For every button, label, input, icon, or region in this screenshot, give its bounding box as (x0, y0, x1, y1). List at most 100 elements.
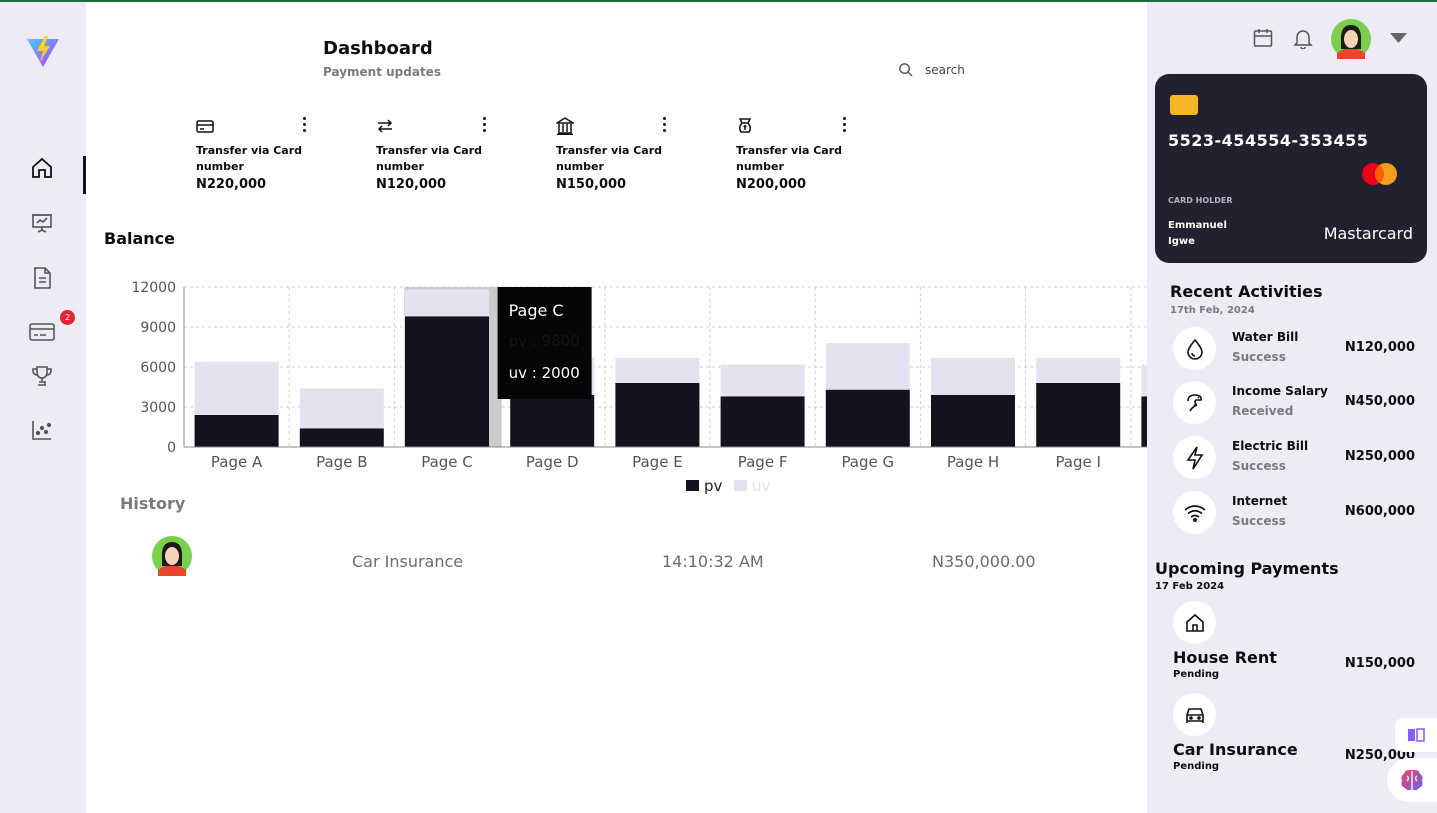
transfer-card[interactable]: Transfer via Card number N200,000 (736, 114, 896, 194)
x-tick-label: Page A (211, 453, 263, 471)
legend-label: pv (704, 477, 723, 495)
sidebar-item-home[interactable] (28, 154, 56, 182)
assistant-button[interactable] (1387, 758, 1437, 802)
search-icon[interactable] (898, 62, 913, 77)
x-tick-label: Page D (526, 453, 579, 471)
bar-pv (194, 415, 279, 447)
history-row[interactable]: Car Insurance 14:10:32 AM N350,000.00 (152, 536, 1052, 580)
bar-pv (825, 389, 910, 447)
card-holder-label: CARD HOLDER (1168, 196, 1233, 205)
activity-amount: N250,000 (1344, 449, 1415, 464)
recent-activities-title: Recent Activities (1170, 282, 1323, 301)
bar-uv (299, 388, 384, 429)
bell-icon[interactable] (1293, 28, 1313, 49)
book-icon (1408, 728, 1425, 742)
brain-icon (1401, 769, 1423, 791)
balance-chart[interactable]: 0 3000 6000 9000 12000 Page A Page B Page C Page… (86, 272, 1147, 508)
transfer-arrows-icon (377, 119, 393, 133)
card-holder-name: Emmanuel Igwe (1168, 220, 1227, 247)
bar-uv (931, 357, 1015, 395)
search-bar[interactable] (898, 62, 1045, 77)
activity-item[interactable]: Internet Success N600,000 (1173, 491, 1415, 535)
x-tick-label: Page C (421, 453, 473, 471)
transfer-amount: N200,000 (736, 177, 807, 192)
activity-item[interactable]: Water Bill Success N120,000 (1173, 327, 1415, 371)
transfer-label: Transfer via Card number (556, 144, 663, 173)
balance-title: Balance (104, 229, 175, 248)
activity-name: Internet (1232, 494, 1288, 508)
transfer-card[interactable]: Transfer via Card number N150,000 (556, 114, 716, 194)
activity-amount: N120,000 (1344, 340, 1415, 355)
bar-pv (510, 394, 595, 447)
reader-button[interactable] (1395, 718, 1437, 752)
presentation-icon (32, 214, 52, 233)
legend-swatch (686, 480, 699, 491)
wifi-icon (1184, 504, 1205, 522)
bar-pv (615, 383, 700, 447)
activity-item[interactable]: Income Salary Received N450,000 (1173, 381, 1415, 425)
upcoming-status: Pending (1173, 761, 1220, 772)
cash-icon (738, 118, 752, 133)
trophy-icon (32, 366, 52, 386)
transfer-amount: N220,000 (196, 177, 267, 192)
more-options-icon[interactable] (659, 114, 669, 134)
upcoming-name: Car Insurance (1173, 740, 1298, 759)
mastercard-logo-icon (1362, 163, 1397, 185)
activity-amount: N450,000 (1344, 394, 1415, 409)
sidebar-item-documents[interactable] (28, 264, 56, 292)
calendar-icon[interactable] (1253, 28, 1273, 48)
sidebar: 2 (0, 2, 86, 813)
upcoming-item[interactable]: House Rent Pending N150,000 (1173, 601, 1415, 680)
house-icon (1185, 613, 1204, 632)
document-icon (34, 267, 51, 289)
activity-name: Water Bill (1232, 330, 1299, 344)
sidebar-item-cards[interactable] (28, 318, 56, 346)
card-number: 5523-454554-353455 (1168, 131, 1369, 150)
avatar (152, 536, 192, 576)
tooltip-pv: pv : 9800 (509, 332, 580, 350)
y-tick-label: 9000 (140, 320, 176, 336)
tooltip-title: Page C (509, 301, 564, 320)
chevron-down-icon[interactable] (1390, 33, 1407, 43)
analytics-icon (32, 421, 52, 440)
x-tick-label: Page H (947, 453, 999, 471)
history-name: Car Insurance (352, 552, 464, 571)
bar-pv (720, 396, 805, 447)
tooltip-uv: uv : 2000 (509, 364, 580, 382)
transfer-card[interactable]: Transfer via Card number N220,000 (196, 114, 356, 194)
search-input[interactable] (925, 62, 1045, 77)
activity-item[interactable]: Electric Bill Success N250,000 (1173, 436, 1415, 480)
transfer-card[interactable]: Transfer via Card number N120,000 (376, 114, 536, 194)
bar-uv (405, 289, 489, 317)
logo-icon[interactable] (26, 35, 60, 69)
upcoming-name: House Rent (1173, 648, 1277, 667)
history-time: 14:10:32 AM (662, 552, 764, 571)
sidebar-item-analytics[interactable] (28, 416, 56, 444)
activity-status: Success (1232, 514, 1286, 528)
bar-pv (299, 428, 384, 447)
more-options-icon[interactable] (299, 114, 309, 134)
sidebar-item-trophy[interactable] (28, 362, 56, 390)
sidebar-item-presentation[interactable] (28, 209, 56, 237)
y-tick-label: 3000 (140, 400, 176, 416)
activity-status: Received (1232, 404, 1294, 418)
more-options-icon[interactable] (479, 114, 489, 134)
bar-uv (1036, 357, 1121, 383)
bank-card[interactable]: 5523-454554-353455 CARD HOLDER Emmanuel … (1155, 74, 1427, 263)
more-options-icon[interactable] (839, 114, 849, 134)
avatar[interactable] (1331, 19, 1371, 59)
transfer-label: Transfer via Card number (196, 144, 303, 173)
home-icon (32, 157, 52, 178)
main-content: Dashboard Payment updates Transfer via C… (86, 2, 1147, 813)
y-tick-label: 12000 (131, 280, 176, 296)
legend-swatch (734, 480, 747, 491)
bar-uv (720, 364, 805, 397)
upcoming-item[interactable]: Car Insurance Pending N250,000 (1173, 693, 1415, 772)
salary-icon (1186, 393, 1202, 411)
x-tick-label: Page I (1055, 453, 1101, 471)
upcoming-payments-date: 17 Feb 2024 (1155, 581, 1225, 592)
x-tick-label: Page G (841, 453, 894, 471)
x-tick-label: Page F (738, 453, 788, 471)
bar-uv (825, 343, 910, 390)
bar-pv (931, 394, 1015, 447)
